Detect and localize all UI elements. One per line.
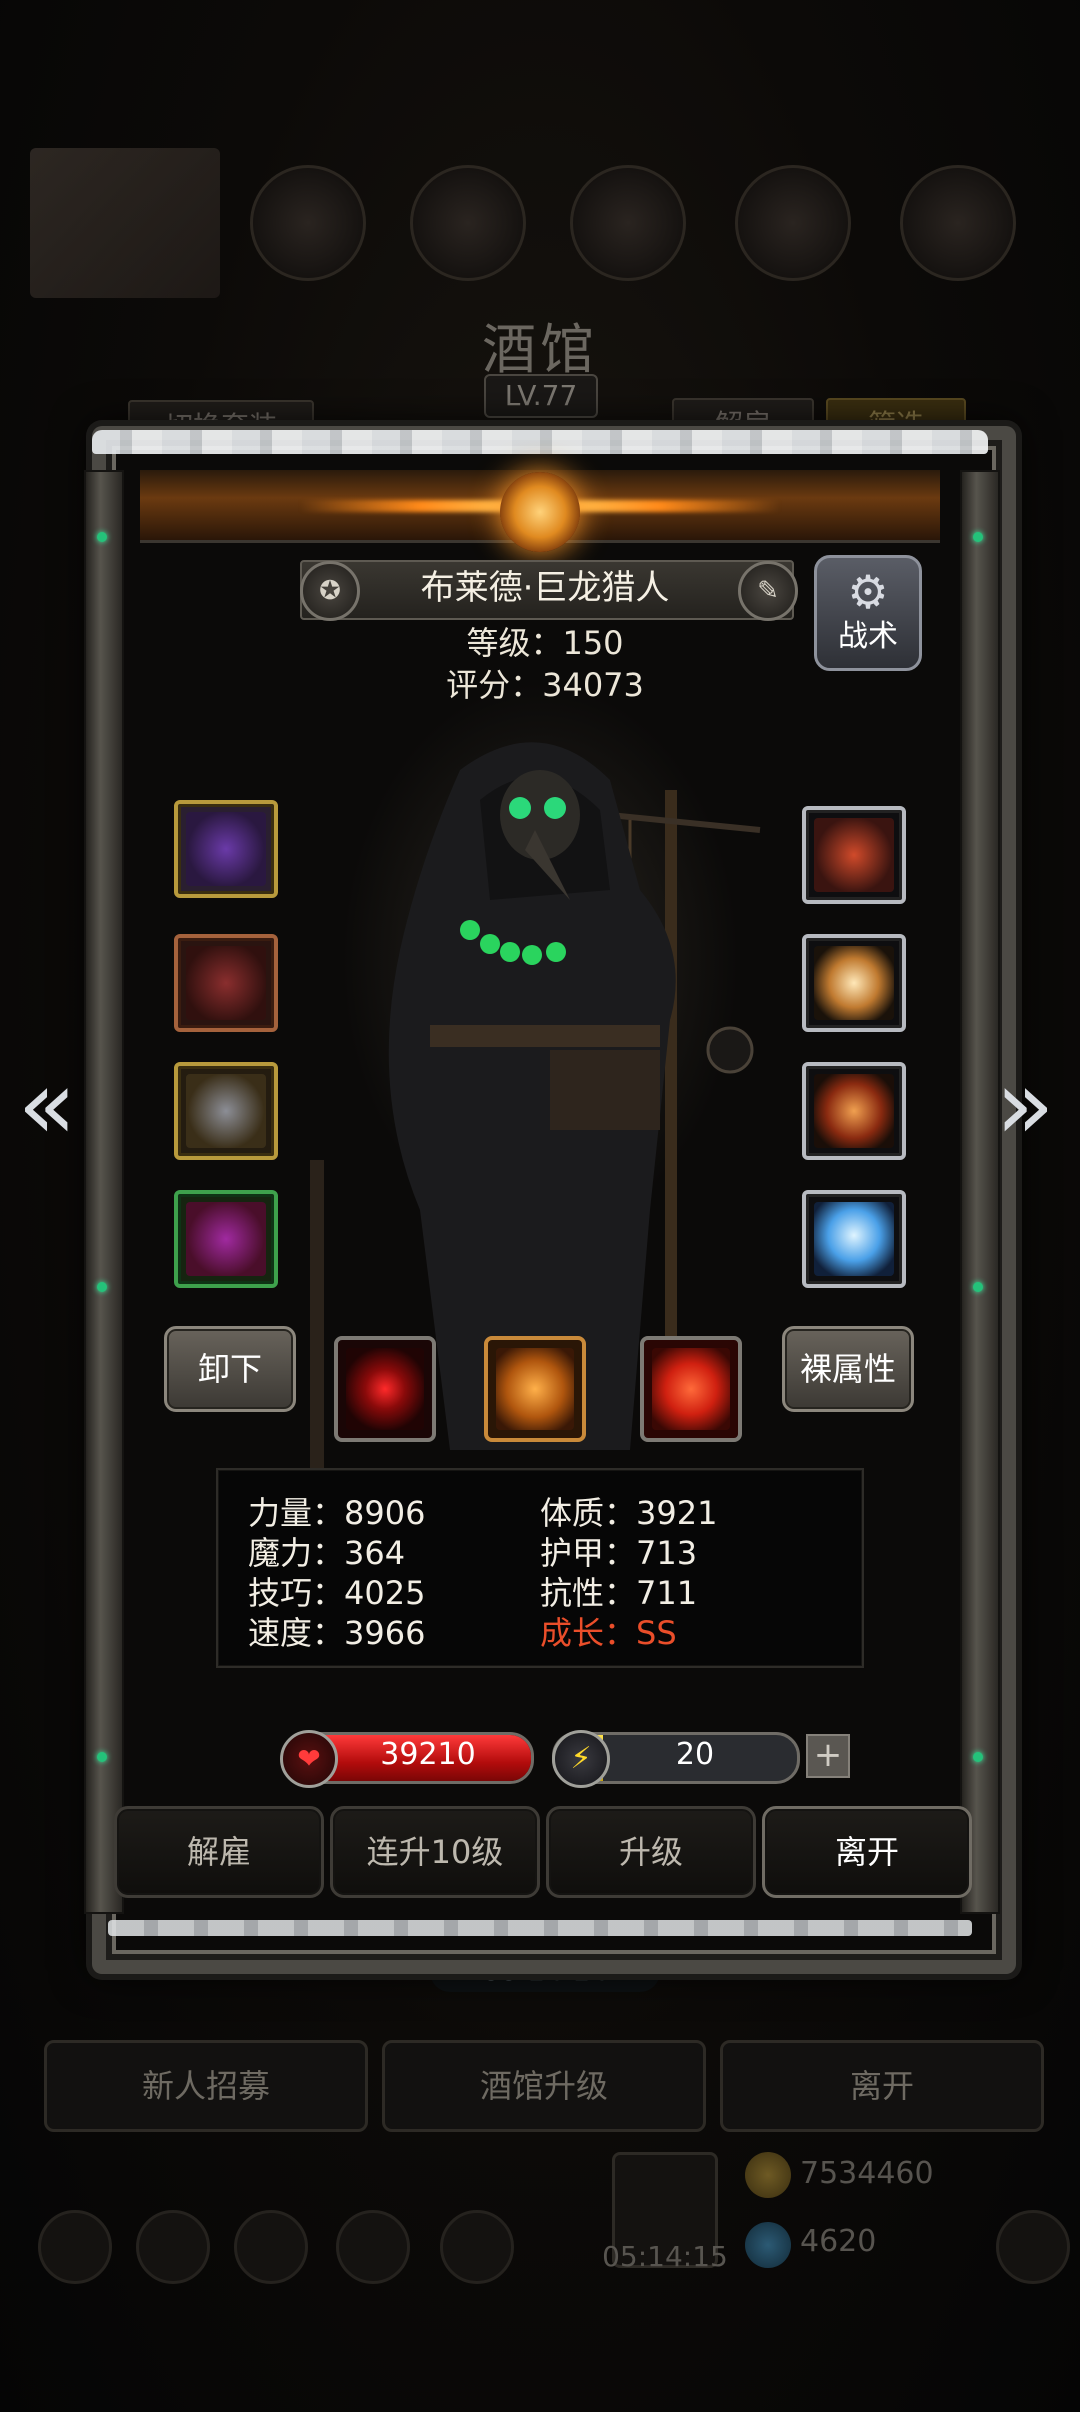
gem-item-icon: [186, 1202, 266, 1276]
tactics-label: 战术: [838, 619, 898, 654]
prev-hero-arrow[interactable]: «: [12, 1055, 82, 1155]
tavern-upgrade-button: 酒馆升级: [382, 2040, 706, 2132]
unequip-button[interactable]: 卸下: [164, 1326, 296, 1412]
equip-slot-relic[interactable]: [802, 806, 906, 904]
equip-slot-pistol[interactable]: [174, 800, 278, 898]
gold-amount: 7534460: [800, 2156, 934, 2191]
menu-circle-icon: [735, 165, 851, 281]
tactics-button[interactable]: ⚙ 战术: [814, 555, 922, 671]
gem-amount: 4620: [800, 2224, 877, 2259]
frame-gem: [973, 1282, 983, 1292]
bottom-nav-icon: [38, 2210, 112, 2284]
gem-currency-icon: [745, 2222, 791, 2268]
bottom-nav-icon: [336, 2210, 410, 2284]
bottom-nav-icon: [440, 2210, 514, 2284]
hp-value: 39210: [380, 1737, 476, 1772]
gear-icon: ⚙: [847, 565, 889, 619]
skill-slot-heal[interactable]: [640, 1336, 742, 1442]
skill-slot-crosshair[interactable]: [334, 1336, 436, 1442]
level-up-button[interactable]: 升级: [546, 1806, 756, 1898]
equip-slot-egg[interactable]: [802, 1190, 906, 1288]
armor-icon: [186, 946, 266, 1020]
hero-score: 评分：34073: [446, 666, 644, 704]
bg-leave-button: 离开: [720, 2040, 1044, 2132]
crosshair-skill-icon: [346, 1348, 424, 1430]
equip-slot-gem[interactable]: [174, 1190, 278, 1288]
gold-coin-icon: [745, 2152, 791, 2198]
add-energy-button[interactable]: +: [806, 1734, 850, 1778]
medal-icon[interactable]: ✪: [300, 561, 360, 621]
helmet-icon: [186, 1074, 266, 1148]
pistol-icon: [186, 812, 266, 886]
heal-skill-icon: [652, 1348, 730, 1430]
hero-name: 布莱德·巨龙猎人: [420, 568, 670, 608]
equip-slot-helmet[interactable]: [174, 1062, 278, 1160]
new-recruit-button: 新人招募: [44, 2040, 368, 2132]
frame-gem: [973, 532, 983, 542]
fire-scroll-icon: [814, 1074, 894, 1148]
bottom-nav-icon: [234, 2210, 308, 2284]
base-attributes-button[interactable]: 裸属性: [782, 1326, 914, 1412]
energy-value: 20: [675, 1737, 715, 1772]
frame-pillar-right: [960, 470, 1000, 1914]
tavern-title: 酒馆: [482, 318, 598, 381]
frame-snow-bottom: [108, 1920, 972, 1936]
frame-gem: [97, 532, 107, 542]
attr-growth: 成长：SS: [540, 1614, 677, 1652]
level-up-10-button[interactable]: 连升10级: [330, 1806, 540, 1898]
frame-pillar-left: [84, 470, 124, 1914]
edit-name-icon[interactable]: ✎: [738, 561, 798, 621]
crystal-egg-icon: [814, 1202, 894, 1276]
equip-slot-orb[interactable]: [802, 934, 906, 1032]
gift-timer: 05:14:15: [602, 2240, 728, 2273]
flame-relic-icon: [814, 818, 894, 892]
attr-speed: 速度：3966: [248, 1614, 426, 1652]
menu-circle-icon: [410, 165, 526, 281]
leave-button[interactable]: 离开: [762, 1806, 972, 1898]
hero-level: 等级：150: [466, 624, 624, 662]
skill-slot-dragon[interactable]: [484, 1336, 586, 1442]
light-orb-icon: [814, 946, 894, 1020]
dragon-skill-icon: [496, 1348, 574, 1430]
menu-circle-icon: [900, 165, 1016, 281]
menu-circle-icon: [250, 165, 366, 281]
sun-emblem-icon: [500, 472, 580, 552]
frame-gem: [973, 1752, 983, 1762]
dismiss-button[interactable]: 解雇: [114, 1806, 324, 1898]
frame-snow-top: [92, 430, 988, 454]
frame-gem: [97, 1752, 107, 1762]
player-avatar: [30, 148, 220, 298]
tavern-level: LV.77: [484, 374, 598, 418]
menu-circle-icon: [570, 165, 686, 281]
next-hero-arrow[interactable]: »: [990, 1055, 1060, 1155]
equip-slot-armor[interactable]: [174, 934, 278, 1032]
bottom-nav-icon: [996, 2210, 1070, 2284]
bottom-nav-icon: [136, 2210, 210, 2284]
equip-slot-scroll[interactable]: [802, 1062, 906, 1160]
frame-gem: [97, 1282, 107, 1292]
